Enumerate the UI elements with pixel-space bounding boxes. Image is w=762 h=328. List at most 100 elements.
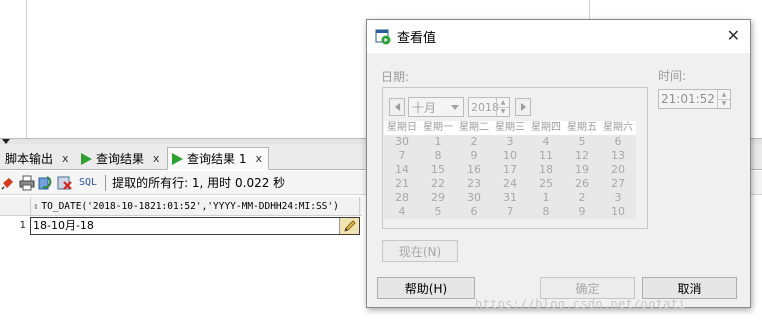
calendar-day[interactable]: 10 xyxy=(600,205,636,219)
dialog-title: 查看值 xyxy=(397,31,437,46)
calendar-day[interactable]: 13 xyxy=(600,149,636,163)
time-spinner[interactable]: 21:01:52 ▲ ▼ xyxy=(658,89,731,109)
column-header[interactable]: ⇕ TO_DATE('2018-10-1821:01:52','YYYY-MM-… xyxy=(30,197,360,216)
chevron-left-icon xyxy=(394,103,400,111)
spin-down-icon[interactable]: ▼ xyxy=(497,106,509,117)
fetch-status-text: 提取的所有行: 1, 用时 0.022 秒 xyxy=(112,176,286,190)
calendar-day[interactable]: 17 xyxy=(492,163,528,177)
calendar-day[interactable]: 29 xyxy=(420,191,456,205)
tab-close-icon[interactable]: x xyxy=(62,152,69,165)
calendar-day[interactable]: 22 xyxy=(420,177,456,191)
result-cell[interactable]: 18-10月-18 xyxy=(30,217,360,235)
close-icon[interactable]: ✕ xyxy=(727,27,740,45)
tab-close-icon[interactable]: x xyxy=(255,152,262,165)
delete-icon[interactable] xyxy=(57,175,73,191)
time-spin-buttons[interactable]: ▲ ▼ xyxy=(717,90,730,108)
calendar-day[interactable]: 16 xyxy=(456,163,492,177)
calendar-day[interactable]: 5 xyxy=(564,135,600,149)
calendar-day[interactable]: 6 xyxy=(456,205,492,219)
calendar-day[interactable]: 8 xyxy=(528,205,564,219)
calendar-day[interactable]: 15 xyxy=(420,163,456,177)
year-value: 2018 xyxy=(471,100,499,114)
time-label: 时间: xyxy=(658,69,687,83)
calendar-day[interactable]: 11 xyxy=(528,149,564,163)
dialog-titlebar[interactable]: 查看值 ✕ xyxy=(367,20,750,53)
tab-query-result[interactable]: 查询结果 x xyxy=(76,147,167,170)
spin-down-icon[interactable]: ▼ xyxy=(718,98,730,109)
calendar-day[interactable]: 2 xyxy=(456,135,492,149)
weekday-label: 星期二 xyxy=(459,122,489,133)
column-header-label: TO_DATE('2018-10-1821:01:52','YYYY-MM-DD… xyxy=(41,201,339,212)
calendar-day[interactable]: 3 xyxy=(600,191,636,205)
sql-button[interactable]: SQL xyxy=(79,177,97,188)
calendar-day[interactable]: 9 xyxy=(456,149,492,163)
next-month-button[interactable] xyxy=(515,98,531,116)
calendar-grid: 星期日 星期一 星期二 星期三 星期四 星期五 星期六 30 1 2 3 4 5 6 7 8 9 10 11 12 1… xyxy=(384,121,636,219)
run-triangle-icon xyxy=(172,152,183,165)
weekday-label: 星期四 xyxy=(531,122,561,133)
tab-script-output[interactable]: 脚本输出 x xyxy=(0,147,76,170)
grid-header: ⇕ TO_DATE('2018-10-1821:01:52','YYYY-MM-… xyxy=(0,197,362,216)
calendar-day[interactable]: 2 xyxy=(564,191,600,205)
tab-label: 查询结果 xyxy=(96,152,145,166)
year-spinner[interactable]: 2018 ▲ ▼ xyxy=(468,97,510,117)
date-label: 日期: xyxy=(381,70,410,84)
calendar-day[interactable]: 30 xyxy=(456,191,492,205)
sort-icon[interactable]: ⇕ xyxy=(33,202,38,212)
help-button[interactable]: 帮助(H) xyxy=(377,277,475,299)
spin-up-icon[interactable]: ▲ xyxy=(497,98,509,107)
weekday-label: 星期一 xyxy=(423,122,453,133)
weekday-label: 星期六 xyxy=(603,122,633,133)
calendar-day[interactable]: 27 xyxy=(600,177,636,191)
calendar-day[interactable]: 19 xyxy=(564,163,600,177)
chevron-right-icon xyxy=(520,103,526,111)
run-triangle-icon xyxy=(81,152,92,165)
calendar-day[interactable]: 30 xyxy=(384,135,420,149)
calendar-day[interactable]: 12 xyxy=(564,149,600,163)
calendar-day[interactable]: 1 xyxy=(420,135,456,149)
calendar-day[interactable]: 18 xyxy=(528,163,564,177)
calendar-day[interactable]: 25 xyxy=(528,177,564,191)
calendar-day[interactable]: 3 xyxy=(492,135,528,149)
calendar-day[interactable]: 9 xyxy=(564,205,600,219)
calendar-day[interactable]: 6 xyxy=(600,135,636,149)
calendar-day[interactable]: 8 xyxy=(420,149,456,163)
row-number: 1 xyxy=(19,220,26,231)
now-button[interactable]: 现在(N) xyxy=(382,240,458,262)
pin-icon[interactable] xyxy=(0,175,16,191)
prev-month-button[interactable] xyxy=(389,98,405,116)
cancel-button[interactable]: 取消 xyxy=(642,277,737,299)
day-grid: 30 1 2 3 4 5 6 7 8 9 10 11 12 13 14 15 16 17 18 19 20 21 22 23 2… xyxy=(384,135,636,219)
editor-gutter-line xyxy=(26,0,27,138)
time-value: 21:01:52 xyxy=(661,92,715,106)
calendar-day[interactable]: 24 xyxy=(492,177,528,191)
tab-label: 脚本输出 xyxy=(5,152,54,166)
tab-close-icon[interactable]: x xyxy=(153,152,160,165)
calendar-day[interactable]: 26 xyxy=(564,177,600,191)
view-value-dialog: 查看值 ✕ 日期: 时间: 十月 2018 ▲ ▼ 星期日 星期一 星期二 星期三 星期四… xyxy=(366,19,751,308)
calendar-day[interactable]: 20 xyxy=(600,163,636,177)
calendar-day[interactable]: 21 xyxy=(384,177,420,191)
weekday-label: 星期五 xyxy=(567,122,597,133)
ok-button[interactable]: 确定 xyxy=(540,277,635,299)
calendar-day[interactable]: 23 xyxy=(456,177,492,191)
refresh-icon[interactable] xyxy=(38,175,54,191)
year-spin-buttons[interactable]: ▲ ▼ xyxy=(496,98,509,116)
calendar-day[interactable]: 10 xyxy=(492,149,528,163)
calendar-panel: 十月 2018 ▲ ▼ 星期日 星期一 星期二 星期三 星期四 星期五 星期六 30 1 2 3 4 5… xyxy=(382,87,648,229)
calendar-day[interactable]: 14 xyxy=(384,163,420,177)
calendar-day[interactable]: 1 xyxy=(528,191,564,205)
calendar-day[interactable]: 7 xyxy=(492,205,528,219)
calendar-day[interactable]: 5 xyxy=(420,205,456,219)
calendar-day[interactable]: 7 xyxy=(384,149,420,163)
calendar-day[interactable]: 28 xyxy=(384,191,420,205)
month-select[interactable]: 十月 xyxy=(408,97,464,117)
spin-up-icon[interactable]: ▲ xyxy=(718,90,730,99)
print-icon[interactable] xyxy=(19,175,35,191)
calendar-day[interactable]: 31 xyxy=(492,191,528,205)
edit-pencil-icon[interactable] xyxy=(339,218,359,234)
watermark-text: https://blog.csdn.net/ootati xyxy=(475,297,686,311)
calendar-day[interactable]: 4 xyxy=(384,205,420,219)
calendar-day[interactable]: 4 xyxy=(528,135,564,149)
tab-query-result-1[interactable]: 查询结果 1 x xyxy=(167,147,269,170)
